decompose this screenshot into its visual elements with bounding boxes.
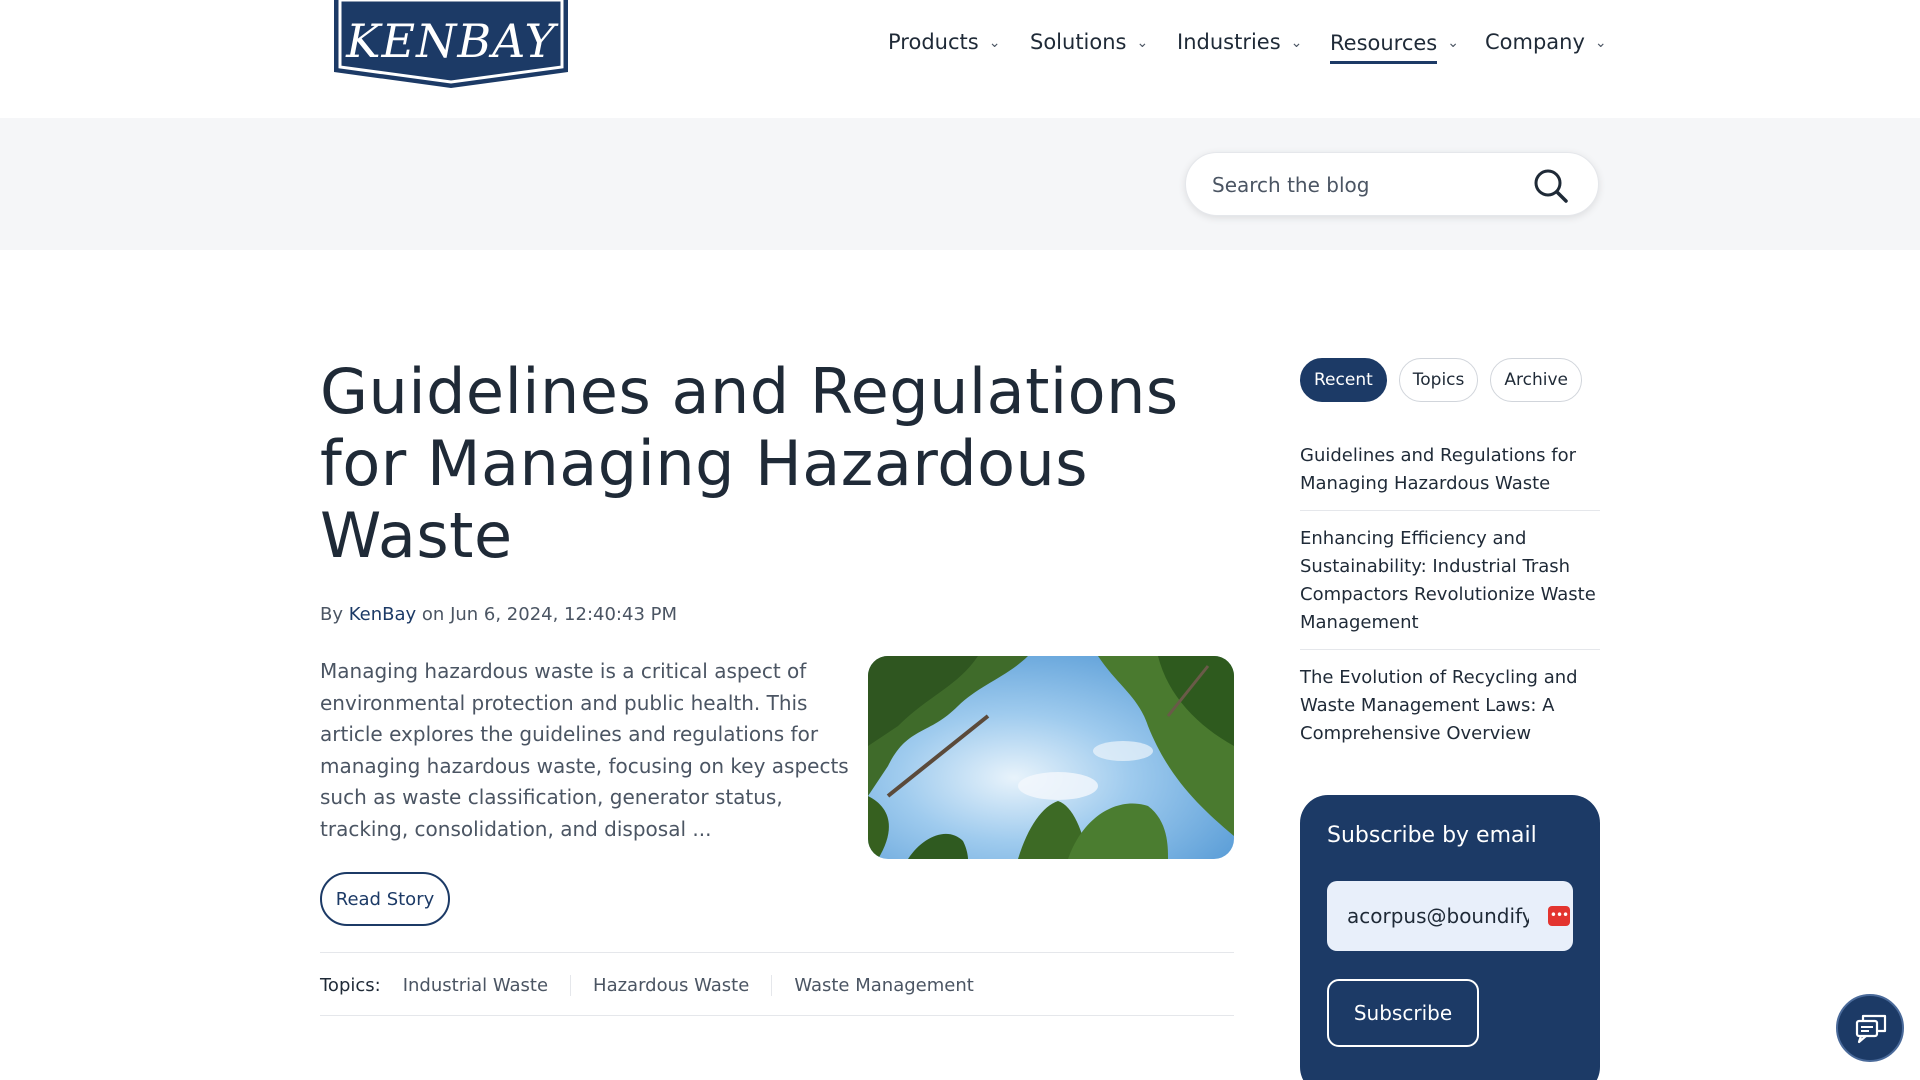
article-thumbnail[interactable] xyxy=(868,656,1234,859)
topics-label: Topics: xyxy=(320,974,381,996)
nav-solutions-label: Solutions xyxy=(1030,30,1127,54)
search-box xyxy=(1185,152,1599,216)
article-meta: By KenBay on Jun 6, 2024, 12:40:43 PM xyxy=(320,604,677,625)
sidebar-tabs: Recent Topics Archive xyxy=(1300,358,1582,402)
password-manager-icon[interactable]: ••• xyxy=(1548,906,1570,926)
chat-icon xyxy=(1855,1014,1887,1044)
recent-post-link[interactable]: The Evolution of Recycling and Waste Man… xyxy=(1300,662,1600,760)
nav-company-label: Company xyxy=(1485,30,1585,54)
forest-canopy-image xyxy=(868,656,1234,859)
recent-post-link[interactable]: Enhancing Efficiency and Sustainability:… xyxy=(1300,523,1600,650)
logo-wordmark: KENBAY xyxy=(346,14,556,68)
publish-date: Jun 6, 2024, 12:40:43 PM xyxy=(450,604,678,625)
kenbay-logo[interactable]: KENBAY xyxy=(326,0,576,90)
chevron-down-icon: ⌄ xyxy=(1136,35,1149,51)
nav-industries[interactable]: Industries ⌄ xyxy=(1177,18,1302,66)
subscribe-title: Subscribe by email xyxy=(1327,823,1537,848)
nav-products-label: Products xyxy=(888,30,979,54)
recent-posts-list: Guidelines and Regulations for Managing … xyxy=(1300,440,1600,772)
by-label: By xyxy=(320,604,344,625)
author-link[interactable]: KenBay xyxy=(349,604,416,625)
tab-archive[interactable]: Archive xyxy=(1490,358,1582,402)
nav-industries-label: Industries xyxy=(1177,30,1281,54)
chat-button[interactable] xyxy=(1836,994,1904,1062)
topic-link[interactable]: Industrial Waste xyxy=(403,975,570,996)
blog-search-band xyxy=(0,118,1920,250)
read-story-button[interactable]: Read Story xyxy=(320,872,450,926)
topic-link[interactable]: Hazardous Waste xyxy=(570,974,771,996)
on-label: on xyxy=(421,604,445,625)
tab-recent[interactable]: Recent xyxy=(1300,358,1387,402)
topics-bottom-divider xyxy=(320,1015,1234,1016)
nav-company[interactable]: Company ⌄ xyxy=(1485,18,1607,66)
article-title[interactable]: Guidelines and Regulations for Managing … xyxy=(320,356,1250,572)
search-icon[interactable] xyxy=(1532,167,1570,205)
nav-products[interactable]: Products ⌄ xyxy=(888,18,1000,66)
article-topics: Topics: Industrial Waste Hazardous Waste… xyxy=(320,970,996,1000)
subscribe-card: Subscribe by email ••• Subscribe xyxy=(1300,795,1600,1080)
chevron-down-icon: ⌄ xyxy=(1290,35,1303,51)
email-field[interactable] xyxy=(1327,881,1573,951)
nav-solutions[interactable]: Solutions ⌄ xyxy=(1030,18,1148,66)
chevron-down-icon: ⌄ xyxy=(1594,35,1607,51)
nav-resources[interactable]: Resources ⌄ xyxy=(1330,18,1459,66)
search-input[interactable] xyxy=(1212,167,1512,203)
chevron-down-icon: ⌄ xyxy=(1447,35,1459,51)
tab-topics[interactable]: Topics xyxy=(1398,358,1479,402)
subscribe-button[interactable]: Subscribe xyxy=(1327,979,1479,1047)
topics-top-divider xyxy=(320,952,1234,953)
topic-link[interactable]: Waste Management xyxy=(771,974,995,996)
site-header: KENBAY Products ⌄ Solutions ⌄ Industries… xyxy=(0,0,1920,118)
nav-resources-label: Resources xyxy=(1330,31,1438,64)
recent-post-link[interactable]: Guidelines and Regulations for Managing … xyxy=(1300,440,1600,511)
article-excerpt: Managing hazardous waste is a critical a… xyxy=(320,659,849,841)
chevron-down-icon: ⌄ xyxy=(988,35,1001,51)
